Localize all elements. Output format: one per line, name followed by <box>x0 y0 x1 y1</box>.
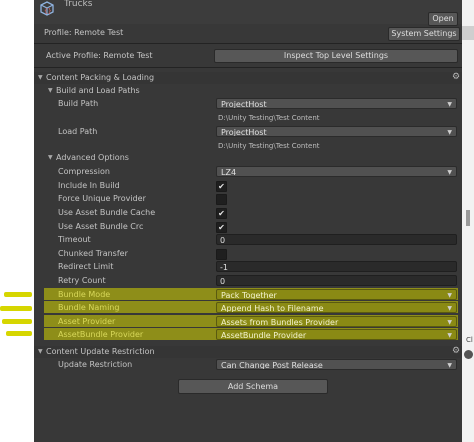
add-schema-button[interactable]: Add Schema <box>178 379 328 394</box>
gear-icon[interactable]: ⚙ <box>452 346 460 356</box>
chevron-down-icon: ▼ <box>447 129 452 136</box>
background-fragment <box>464 350 473 359</box>
chunked-transfer-checkbox[interactable] <box>216 249 227 260</box>
chevron-down-icon: ▼ <box>447 169 452 176</box>
chevron-down-icon: ▼ <box>447 305 452 312</box>
force-unique-provider-label: Force Unique Provider <box>58 194 146 203</box>
compression-label: Compression <box>58 167 110 176</box>
open-button[interactable]: Open <box>428 12 458 26</box>
chevron-down-icon: ▼ <box>447 332 452 339</box>
dropdown-value: Append Hash to Filename <box>221 304 324 313</box>
build-path-label: Build Path <box>58 99 99 108</box>
use-asset-bundle-cache-checkbox[interactable]: ✔ <box>216 208 227 219</box>
retry-count-label: Retry Count <box>58 276 106 285</box>
profile-row: Profile: Remote Test System Settings <box>34 26 462 41</box>
chevron-down-icon: ▼ <box>447 101 452 108</box>
build-load-paths-foldout[interactable]: ▼ Build and Load Paths <box>34 85 462 97</box>
assetbundle-provider-dropdown[interactable]: AssetBundle Provider ▼ <box>216 329 457 340</box>
divider <box>34 43 462 44</box>
advanced-options-foldout[interactable]: ▼ Advanced Options <box>34 152 462 164</box>
chevron-down-icon: ▼ <box>447 319 452 326</box>
load-path-resolved: D:\Unity Testing\Test Content <box>218 142 320 150</box>
dropdown-value: LZ4 <box>221 168 237 177</box>
include-in-build-checkbox[interactable]: ✔ <box>216 181 227 192</box>
gear-icon[interactable]: ⚙ <box>452 72 460 82</box>
highlighter-mark <box>2 319 32 324</box>
profile-label: Profile: Remote Test <box>44 28 124 37</box>
load-path-label: Load Path <box>58 127 98 136</box>
bundle-naming-dropdown[interactable]: Append Hash to Filename ▼ <box>216 302 457 313</box>
background-fragment <box>466 210 470 226</box>
asset-group-icon: {} <box>40 1 54 16</box>
system-settings-button[interactable]: System Settings <box>388 27 460 41</box>
dropdown-value: AssetBundle Provider <box>221 331 307 340</box>
build-path-dropdown[interactable]: ProjectHost ▼ <box>216 98 457 109</box>
use-asset-bundle-cache-label: Use Asset Bundle Cache <box>58 208 156 217</box>
load-path-dropdown[interactable]: ProjectHost ▼ <box>216 126 457 137</box>
foldout-label: Advanced Options <box>56 153 129 162</box>
active-profile-row: Active Profile: Remote Test Inspect Top … <box>34 48 462 63</box>
window-title: Trucks <box>64 0 93 9</box>
section-label: Content Update Restriction <box>46 347 155 356</box>
active-profile-label: Active Profile: Remote Test <box>46 51 153 60</box>
triangle-icon: ▼ <box>48 154 53 161</box>
svg-text:{}: {} <box>44 8 52 15</box>
bundle-naming-label: Bundle Naming <box>58 303 120 312</box>
section-label: Content Packing & Loading <box>46 73 155 82</box>
force-unique-provider-checkbox[interactable] <box>216 194 227 205</box>
triangle-icon: ▼ <box>38 348 43 355</box>
chevron-down-icon: ▼ <box>447 292 452 299</box>
use-asset-bundle-crc-label: Use Asset Bundle Crc <box>58 222 144 231</box>
build-path-resolved: D:\Unity Testing\Test Content <box>218 114 320 122</box>
dropdown-value: Pack Together <box>221 291 277 300</box>
highlighter-mark <box>4 292 32 297</box>
include-in-build-label: Include In Build <box>58 181 120 190</box>
divider <box>34 67 462 68</box>
chevron-down-icon: ▼ <box>447 362 452 369</box>
dropdown-value: ProjectHost <box>221 100 267 109</box>
assetbundle-provider-label: AssetBundle Provider <box>58 330 144 339</box>
triangle-icon: ▼ <box>38 74 43 81</box>
bundle-mode-dropdown[interactable]: Pack Together ▼ <box>216 289 457 300</box>
inspect-top-level-settings-button[interactable]: Inspect Top Level Settings <box>214 49 458 63</box>
redirect-limit-label: Redirect Limit <box>58 262 114 271</box>
dropdown-value: Can Change Post Release <box>221 361 323 370</box>
title-bar: {} Trucks Open <box>34 0 462 26</box>
left-background <box>0 0 34 442</box>
timeout-field[interactable]: 0 <box>216 234 457 245</box>
asset-provider-label: Asset Provider <box>58 317 116 326</box>
highlighter-mark <box>6 331 32 336</box>
redirect-limit-field[interactable]: -1 <box>216 261 457 272</box>
compression-dropdown[interactable]: LZ4 ▼ <box>216 166 457 177</box>
chunked-transfer-label: Chunked Transfer <box>58 249 128 258</box>
content-packing-header[interactable]: ▼ Content Packing & Loading ⚙ <box>34 72 462 84</box>
dropdown-value: Assets from Bundles Provider <box>221 318 339 327</box>
timeout-label: Timeout <box>58 235 91 244</box>
bundle-mode-label: Bundle Mode <box>58 290 111 299</box>
foldout-label: Build and Load Paths <box>56 86 140 95</box>
right-edge-text: Cl <box>466 336 473 344</box>
retry-count-field[interactable]: 0 <box>216 275 457 286</box>
right-background: Cl <box>462 0 474 442</box>
background-fragment <box>462 26 474 40</box>
inspector-panel: {} Trucks Open Profile: Remote Test Syst… <box>34 0 463 442</box>
dropdown-value: ProjectHost <box>221 128 267 137</box>
asset-provider-dropdown[interactable]: Assets from Bundles Provider ▼ <box>216 316 457 327</box>
update-restriction-label: Update Restriction <box>58 360 133 369</box>
highlighter-mark <box>0 306 32 311</box>
use-asset-bundle-crc-checkbox[interactable]: ✔ <box>216 222 227 233</box>
update-restriction-dropdown[interactable]: Can Change Post Release ▼ <box>216 359 457 370</box>
content-update-header[interactable]: ▼ Content Update Restriction ⚙ <box>34 346 462 358</box>
triangle-icon: ▼ <box>48 87 53 94</box>
